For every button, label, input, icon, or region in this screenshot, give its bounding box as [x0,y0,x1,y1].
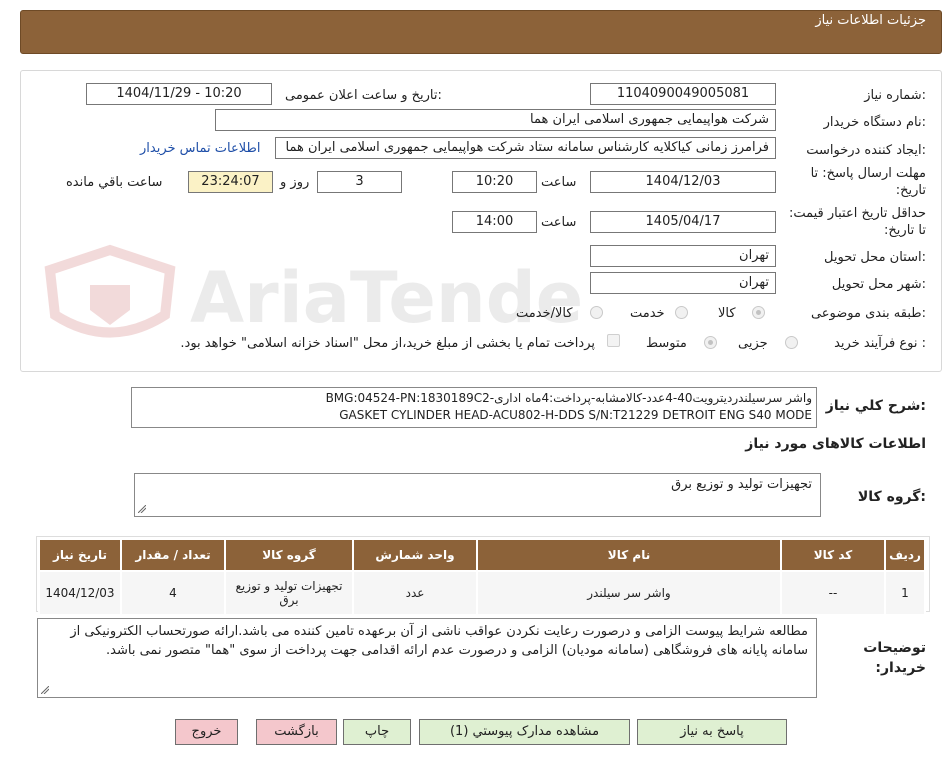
province-field: تهران [590,245,776,267]
buyer-notes-text: مطالعه شرایط پیوست الزامی و درصورت رعایت… [70,624,808,658]
category-option-goods: کالا [718,306,736,321]
province-label: استان محل تحویل: [824,250,926,265]
goods-info-title: اطلاعات کالاهای مورد نیاز [745,436,926,452]
category-radio-both[interactable] [590,306,603,319]
deadline-label: مهلت ارسال پاسخ: تا تاریخ: [810,166,926,198]
col-date: تاریخ نیاز [38,538,122,572]
respond-button[interactable]: پاسخ به نیاز [637,719,787,745]
remaining-time-field: 23:24:07 [188,171,273,193]
col-qty: تعداد / مقدار [120,538,226,572]
creator-label: ایجاد کننده درخواست: [806,143,926,158]
page-title: جزئیات اطلاعات نیاز [815,13,926,28]
process-radio-minor[interactable] [785,336,798,349]
table-row: 1 -- واشر سر سیلندر عدد تجهیزات تولید و … [38,570,926,616]
validity-label: حداقل تاریخ اعتبار قیمت: تا تاریخ: [788,206,926,238]
process-option-medium: متوسط [646,336,687,351]
creator-field: فرامرز زمانی کیاکلایه کارشناس سامانه ستا… [275,137,776,159]
validity-time-field: 14:00 [452,211,537,233]
page-header [20,10,942,54]
category-radio-service[interactable] [675,306,688,319]
col-code: کد کالا [780,538,886,572]
validity-date-field: 1405/04/17 [590,211,776,233]
cell-name: واشر سر سیلندر [476,570,782,616]
description-label: شرح کلي نیاز: [825,398,926,414]
watermark-logo: AriaTender.neT [44,244,580,339]
need-number-field: 1104090049005081 [590,83,776,105]
deadline-date-field: 1404/12/03 [590,171,776,193]
category-label: طبقه بندی موضوعی: [810,306,926,321]
deadline-time-label: ساعت [541,175,577,190]
buyer-contact-link[interactable]: اطلاعات تماس خریدار [140,141,260,156]
description-box: واشر سرسیلندردیترویت40-4عدد-کالامشابه-پر… [131,387,817,428]
process-option-minor: جزیی [738,336,768,351]
col-unit: واحد شمارش [352,538,478,572]
treasury-checkbox[interactable] [607,334,620,347]
watermark-text: AriaTender.neT [190,257,580,339]
cell-date: 1404/12/03 [38,570,122,616]
cell-unit: عدد [352,570,478,616]
cell-code: -- [780,570,886,616]
need-number-label: شماره نیاز: [864,88,926,103]
treasury-note: پرداخت تمام یا بخشی از مبلغ خرید،از محل … [180,336,595,351]
process-radio-medium[interactable] [704,336,717,349]
buyer-notes-box: مطالعه شرایط پیوست الزامی و درصورت رعایت… [37,618,817,698]
print-button[interactable]: چاپ [343,719,411,745]
view-attachments-button[interactable]: مشاهده مدارک پیوستي (1) [419,719,630,745]
announce-label: تاریخ و ساعت اعلان عمومی: [285,88,442,103]
city-label: شهر محل تحویل: [831,277,926,292]
category-option-service: خدمت [630,306,665,321]
days-label: روز و [280,175,310,190]
category-option-both: کالا/خدمت [516,306,573,321]
deadline-time-field: 10:20 [452,171,537,193]
buyer-org-field: شرکت هواپیمایی جمهوری اسلامی ایران هما [215,109,776,131]
col-name: نام کالا [476,538,782,572]
cell-row: 1 [884,570,926,616]
cell-group: تجهیزات تولید و توزیع برق [224,570,354,616]
resize-grip-icon[interactable] [41,686,49,694]
goods-group-value: تجهیزات تولید و توزیع برق [671,477,812,492]
city-field: تهران [590,272,776,294]
description-line-1: واشر سرسیلندردیترویت40-4عدد-کالامشابه-پر… [325,391,812,405]
goods-group-box: تجهیزات تولید و توزیع برق [134,473,821,517]
cell-qty: 4 [120,570,226,616]
category-radio-goods[interactable] [752,306,765,319]
buyer-notes-label: توضیحات خریدار: [863,640,926,676]
process-label: نوع فرآیند خرید : [834,336,926,351]
resize-grip-icon[interactable] [138,505,146,513]
announce-field: 1404/11/29 - 10:20 [86,83,272,105]
days-field: 3 [317,171,402,193]
remaining-label: ساعت باقي مانده [66,175,163,190]
items-table: ردیف کد کالا نام کالا واحد شمارش گروه کا… [38,538,926,616]
exit-button[interactable]: خروج [175,719,238,745]
back-button[interactable]: بازگشت [256,719,337,745]
description-line-2: GASKET CYLINDER HEAD-ACU802-H-DDS S/N:T2… [339,408,812,422]
validity-time-label: ساعت [541,215,577,230]
goods-group-label: گروه کالا: [857,489,926,505]
col-group: گروه کالا [224,538,354,572]
col-row: ردیف [884,538,926,572]
buyer-org-label: نام دستگاه خریدار: [823,115,926,130]
